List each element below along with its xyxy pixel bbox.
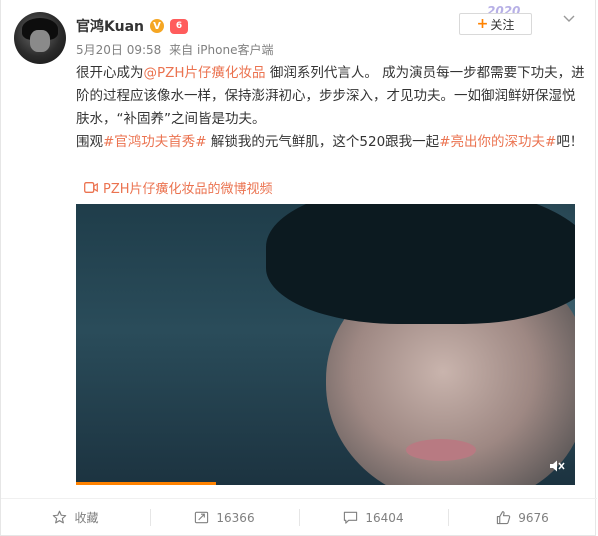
post-text-2c: 吧！ xyxy=(556,134,584,150)
video-link[interactable]: PZH片仔癀化妆品的微博视频 xyxy=(84,178,273,197)
action-bar: 收藏 16366 16404 9676 xyxy=(1,498,597,536)
hashtag-link-1[interactable]: #官鸿功夫首秀# xyxy=(103,134,207,150)
repost-button[interactable]: 16366 xyxy=(150,499,299,536)
mention-link[interactable]: @PZH片仔癀化妆品 xyxy=(144,65,266,81)
post-text-2a: 围观 xyxy=(76,134,103,150)
comment-icon xyxy=(344,511,358,524)
follow-label: 关注 xyxy=(490,17,515,32)
post-meta: 5月20日 09:58 来自 iPhone客户端 xyxy=(76,41,273,58)
video-icon xyxy=(84,182,98,193)
post-text-2b: 解锁我的元气鲜肌，这个520跟我一起 xyxy=(206,134,440,150)
avatar[interactable] xyxy=(14,12,66,64)
mute-icon[interactable] xyxy=(549,459,565,473)
follow-button[interactable]: + 关注 xyxy=(459,13,532,35)
video-hair xyxy=(266,204,575,324)
favorite-label: 收藏 xyxy=(74,511,99,525)
plus-icon: + xyxy=(476,16,489,32)
name-row: 官鸿Kuan V 6 xyxy=(76,16,188,36)
like-count: 9676 xyxy=(518,510,549,525)
hashtag-link-2[interactable]: #亮出你的深功夫# xyxy=(439,134,556,150)
video-lips xyxy=(406,439,476,461)
vip-badge[interactable]: 6 xyxy=(169,18,188,34)
post-text: 很开心成为@PZH片仔癀化妆品 御润系列代言人。 成为演员每一步都需要下功夫，进… xyxy=(76,62,586,154)
video-link-label: PZH片仔癀化妆品的微博视频 xyxy=(103,182,273,197)
repost-icon xyxy=(195,511,209,524)
verified-badge: V xyxy=(149,19,164,33)
chevron-down-icon[interactable] xyxy=(562,12,576,26)
repost-count: 16366 xyxy=(216,510,255,525)
username[interactable]: 官鸿Kuan xyxy=(76,16,144,36)
post-paragraph-2: 围观#官鸿功夫首秀# 解锁我的元气鲜肌，这个520跟我一起#亮出你的深功夫#吧！ xyxy=(76,131,586,154)
post-source: 来自 iPhone客户端 xyxy=(169,43,274,57)
like-button[interactable]: 9676 xyxy=(448,499,597,536)
video-progress-bar[interactable] xyxy=(76,482,216,485)
post-text-1a: 很开心成为 xyxy=(76,65,144,81)
star-icon xyxy=(53,510,67,524)
like-icon xyxy=(497,511,511,525)
favorite-button[interactable]: 收藏 xyxy=(1,499,150,536)
avatar-face xyxy=(30,30,50,52)
comment-button[interactable]: 16404 xyxy=(299,499,448,536)
weibo-post-card: 官鸿Kuan V 6 5月20日 09:58 来自 iPhone客户端 2020… xyxy=(0,0,597,536)
video-player[interactable] xyxy=(76,204,575,485)
post-date[interactable]: 5月20日 09:58 xyxy=(76,43,161,57)
post-paragraph-1: 很开心成为@PZH片仔癀化妆品 御润系列代言人。 成为演员每一步都需要下功夫，进… xyxy=(76,62,586,131)
comment-count: 16404 xyxy=(365,510,404,525)
